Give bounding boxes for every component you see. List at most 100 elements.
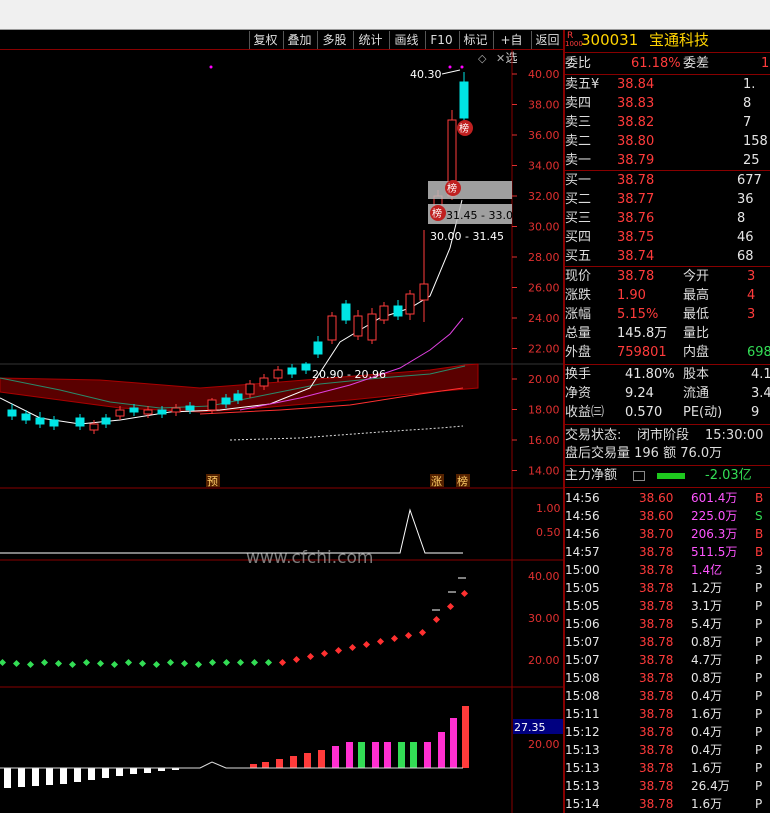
sell-level-price: 38.79 — [617, 153, 655, 168]
main-flow-value: -2.03亿 — [705, 468, 752, 483]
indicator2-dot — [376, 637, 385, 646]
indicator2-dot — [348, 643, 357, 652]
candle-body — [273, 369, 283, 379]
window-titlebar — [0, 0, 770, 30]
indicator2-dot — [12, 659, 21, 668]
buy-level-volume: 8 — [737, 211, 746, 226]
candle-body — [171, 407, 181, 413]
tick-price: 38.70 — [639, 527, 674, 541]
indicator2-dot — [390, 634, 399, 643]
indicator2-dot — [96, 659, 105, 668]
high-annotation: 40.30 — [410, 68, 442, 81]
f10-button[interactable]: F10 — [425, 31, 457, 49]
tick-time: 14:57 — [565, 545, 600, 559]
candle-body — [157, 409, 167, 415]
tick-time: 15:05 — [565, 581, 600, 595]
candle-body — [185, 405, 195, 411]
indicator2-dot — [54, 659, 63, 668]
indicator3-bar — [384, 742, 391, 768]
fund-label-2: PE(动) — [683, 405, 723, 420]
tick-time: 15:07 — [565, 653, 600, 667]
candle-body — [101, 417, 111, 425]
indicator2-dot — [68, 660, 77, 669]
candle-body — [49, 419, 59, 427]
candle-body — [75, 417, 85, 427]
tick-price: 38.78 — [639, 617, 674, 631]
indicator3-bar — [32, 768, 39, 786]
tick-time: 15:14 — [565, 797, 600, 811]
buy-level-volume: 36 — [737, 192, 754, 207]
tick-price: 38.78 — [639, 761, 674, 775]
ind2-axis-3: 20.00 — [528, 654, 560, 667]
bang-tag-2: 榜 — [445, 180, 461, 196]
tick-time: 14:56 — [565, 491, 600, 505]
candle-body — [419, 283, 429, 301]
tick-time: 15:11 — [565, 707, 600, 721]
tick-direction: P — [755, 725, 763, 739]
indicator3-bar — [250, 764, 257, 768]
diamond-icon[interactable]: ◇ — [478, 52, 487, 65]
tick-time: 15:13 — [565, 761, 600, 775]
trade-status-time: 15:30:00 — [705, 428, 764, 443]
candle-body — [341, 303, 351, 321]
indicator3-bar — [304, 753, 311, 768]
tick-time: 15:13 — [565, 743, 600, 757]
sell-level-label: 卖四 — [565, 96, 592, 111]
multi-stock-button[interactable]: 多股 — [317, 31, 351, 49]
quote-label-2: 内盘 — [683, 345, 710, 360]
sell-level-label: 卖三 — [565, 115, 592, 130]
tick-volume: 0.8万 — [691, 635, 723, 649]
candle-body — [301, 363, 311, 371]
price-tick: 22.00 — [528, 343, 560, 356]
tick-volume: 225.0万 — [691, 509, 738, 523]
price-tick: 28.00 — [528, 251, 560, 264]
kline-chart[interactable]: 40.00 38.00 36.00 34.00 32.00 30.00 28.00 26.00… — [0, 50, 563, 813]
fuquan-button[interactable]: 复权 — [249, 31, 281, 49]
indicator2-dot — [418, 628, 427, 637]
indicator2-dot — [250, 658, 259, 667]
price-tick: 16.00 — [528, 434, 560, 447]
tick-price: 38.78 — [639, 563, 674, 577]
candle-body — [313, 341, 323, 355]
sell-level-price: 38.80 — [617, 134, 655, 149]
candle-body — [221, 397, 231, 405]
add-watchlist-button[interactable]: +自选 — [493, 31, 529, 65]
indicator3-bar — [102, 768, 109, 778]
tick-direction: B — [755, 527, 764, 541]
draw-line-button[interactable]: 画线 — [389, 31, 423, 49]
tick-time: 15:08 — [565, 671, 600, 685]
indicator2-dot — [194, 660, 203, 669]
candle-body — [21, 413, 31, 421]
candle-body — [379, 305, 389, 321]
sell-level-volume: 25 — [743, 153, 760, 168]
main-flow-label: 主力净额 — [565, 468, 618, 483]
tick-direction: P — [755, 761, 763, 775]
tick-direction: P — [755, 797, 763, 811]
sell-level-label: 卖一 — [565, 153, 592, 168]
mark-button[interactable]: 标记 — [459, 31, 491, 49]
indicator2-dot — [138, 659, 147, 668]
stats-button[interactable]: 统计 — [353, 31, 387, 49]
price-tick: 34.00 — [528, 160, 560, 173]
candle-body — [367, 313, 377, 341]
candle-body — [327, 315, 337, 341]
buy-level-label: 买五 — [565, 249, 592, 264]
indicator2-dot — [264, 658, 273, 667]
indicator2-dot — [82, 658, 91, 667]
tick-price: 38.78 — [639, 743, 674, 757]
tick-direction: B — [755, 545, 764, 559]
tick-direction: P — [755, 671, 763, 685]
cross-icon[interactable]: ✕ — [496, 52, 505, 65]
svg-text:榜: 榜 — [432, 207, 442, 220]
indicator3-bar — [276, 759, 283, 768]
indicator3-bar — [4, 768, 11, 788]
list-icon[interactable] — [633, 471, 645, 481]
price-tick: 24.00 — [528, 312, 560, 325]
indicator3-bar — [46, 768, 53, 785]
quote-label-2: 最低 — [683, 307, 710, 322]
indicator2-dot — [26, 660, 35, 669]
back-button[interactable]: 返回 — [531, 31, 563, 49]
overlay-button[interactable]: 叠加 — [283, 31, 315, 49]
sell-level-volume: 8 — [743, 96, 752, 111]
indicator3-bar — [74, 768, 81, 782]
